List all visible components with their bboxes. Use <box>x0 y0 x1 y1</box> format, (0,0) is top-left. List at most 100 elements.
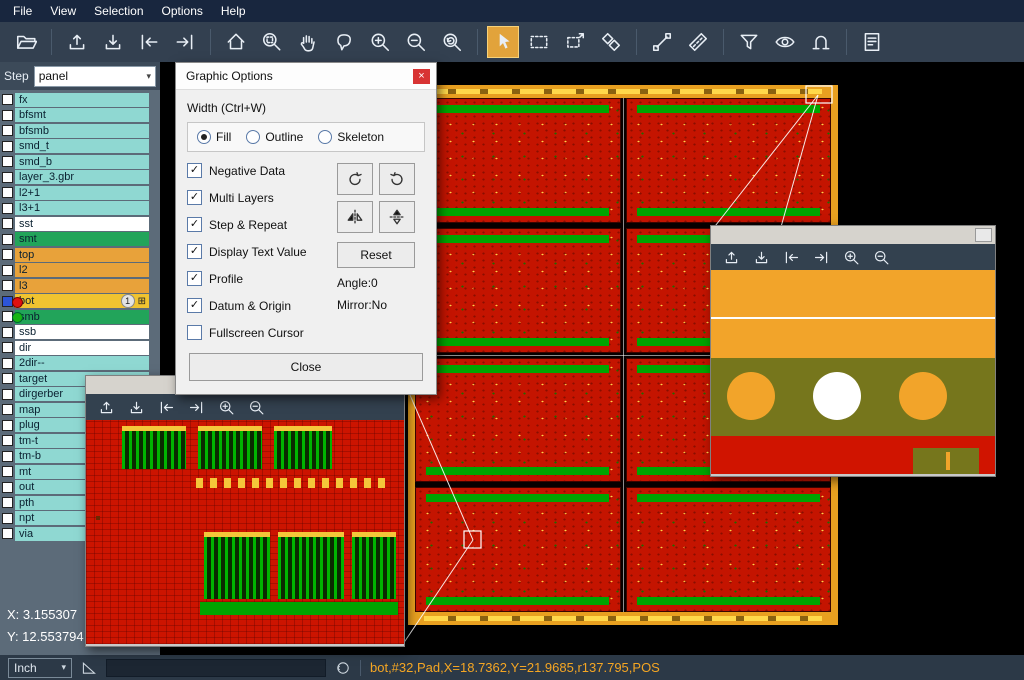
nav-back-button[interactable] <box>153 396 179 419</box>
import-button[interactable] <box>718 246 744 269</box>
transform-select-button[interactable] <box>559 26 591 58</box>
layer-row-top[interactable]: top <box>0 247 160 263</box>
zoom-in-button[interactable] <box>364 26 396 58</box>
command-input[interactable] <box>106 659 326 677</box>
layer-visibility-checkbox[interactable] <box>2 156 13 167</box>
layer-visibility-checkbox[interactable] <box>2 497 13 508</box>
layer-visibility-checkbox[interactable] <box>2 466 13 477</box>
layer-row-smb[interactable]: smb <box>0 309 160 325</box>
layer-row-layer_3.gbr[interactable]: layer_3.gbr <box>0 170 160 186</box>
rect-select-button[interactable] <box>523 26 555 58</box>
layer-visibility-checkbox[interactable] <box>2 327 13 338</box>
layer-row-smd_t[interactable]: smd_t <box>0 139 160 155</box>
layer-visibility-checkbox[interactable] <box>2 389 13 400</box>
nav-forward-button[interactable] <box>183 396 209 419</box>
open-folder-button[interactable] <box>10 26 42 58</box>
shape-select-button[interactable] <box>328 26 360 58</box>
step-dropdown[interactable]: panel ▾ <box>34 66 156 87</box>
checkbox-display-text-value[interactable]: ✓Display Text Value <box>187 244 337 259</box>
flip-vertical-button[interactable] <box>379 201 415 233</box>
home-button[interactable] <box>220 26 252 58</box>
layer-visibility-checkbox[interactable] <box>2 482 13 493</box>
layer-visibility-checkbox[interactable] <box>2 141 13 152</box>
zoom-out-button[interactable] <box>243 396 269 419</box>
report-list-button[interactable] <box>856 26 888 58</box>
layer-visibility-checkbox[interactable] <box>2 513 13 524</box>
layer-row-bot[interactable]: bot1⊞ <box>0 294 160 310</box>
line-measure-button[interactable] <box>646 26 678 58</box>
overlay-compare-button[interactable] <box>595 26 627 58</box>
layer-visibility-checkbox[interactable] <box>2 265 13 276</box>
layer-visibility-checkbox[interactable] <box>2 420 13 431</box>
zoom-in-button[interactable] <box>838 246 864 269</box>
export-button[interactable] <box>97 26 129 58</box>
export-button[interactable] <box>123 396 149 419</box>
layer-row-ssb[interactable]: ssb <box>0 325 160 341</box>
radio-outline[interactable]: Outline <box>246 130 303 144</box>
menu-options[interactable]: Options <box>153 2 212 20</box>
menu-view[interactable]: View <box>41 2 85 20</box>
layer-visibility-checkbox[interactable] <box>2 249 13 260</box>
select-cursor-button[interactable] <box>487 26 519 58</box>
layer-row-dir[interactable]: dir <box>0 340 160 356</box>
checkbox-fullscreen-cursor[interactable]: Fullscreen Cursor <box>187 325 337 340</box>
dialog-close-icon[interactable]: × <box>413 69 430 84</box>
magnifier-titlebar[interactable] <box>711 226 995 244</box>
layer-row-l3[interactable]: l3 <box>0 278 160 294</box>
checkbox-negative-data[interactable]: ✓Negative Data <box>187 163 337 178</box>
find-similar-button[interactable] <box>805 26 837 58</box>
menu-selection[interactable]: Selection <box>85 2 152 20</box>
layer-visibility-checkbox[interactable] <box>2 234 13 245</box>
import-button[interactable] <box>61 26 93 58</box>
radio-skeleton[interactable]: Skeleton <box>318 130 384 144</box>
checkbox-step-repeat[interactable]: ✓Step & Repeat <box>187 217 337 232</box>
nav-back-button[interactable] <box>778 246 804 269</box>
layer-row-l2[interactable]: l2 <box>0 263 160 279</box>
zoom-region-button[interactable] <box>256 26 288 58</box>
nav-forward-button[interactable] <box>808 246 834 269</box>
zoom-in-button[interactable] <box>213 396 239 419</box>
ruler-measure-button[interactable] <box>682 26 714 58</box>
layer-row-smt[interactable]: smt <box>0 232 160 248</box>
visibility-eye-button[interactable] <box>769 26 801 58</box>
radio-fill[interactable]: Fill <box>197 130 231 144</box>
checkbox-multi-layers[interactable]: ✓Multi Layers <box>187 190 337 205</box>
menu-file[interactable]: File <box>4 2 41 20</box>
nav-back-button[interactable] <box>133 26 165 58</box>
layer-visibility-checkbox[interactable] <box>2 435 13 446</box>
layer-visibility-checkbox[interactable] <box>2 358 13 369</box>
zoom-view-left[interactable] <box>86 420 404 644</box>
dialog-titlebar[interactable]: Graphic Options × <box>176 63 436 90</box>
layer-row-fx[interactable]: fx <box>0 92 160 108</box>
import-button[interactable] <box>93 396 119 419</box>
refresh-icon[interactable] <box>335 660 351 676</box>
layer-row-sst[interactable]: sst <box>0 216 160 232</box>
layer-visibility-checkbox[interactable] <box>2 528 13 539</box>
layer-visibility-checkbox[interactable] <box>2 94 13 105</box>
reset-button[interactable]: Reset <box>337 242 415 268</box>
layer-visibility-checkbox[interactable] <box>2 110 13 121</box>
layer-visibility-checkbox[interactable] <box>2 203 13 214</box>
layer-visibility-checkbox[interactable] <box>2 451 13 462</box>
layer-visibility-checkbox[interactable] <box>2 373 13 384</box>
layer-row-2dir--[interactable]: 2dir-- <box>0 356 160 372</box>
layer-visibility-checkbox[interactable] <box>2 125 13 136</box>
layer-row-bfsmb[interactable]: bfsmb <box>0 123 160 139</box>
unit-dropdown[interactable]: Inch ▾ <box>8 658 72 678</box>
checkbox-profile[interactable]: ✓Profile <box>187 271 337 286</box>
nav-forward-button[interactable] <box>169 26 201 58</box>
zoom-view-right[interactable] <box>711 270 995 474</box>
layer-row-bfsmt[interactable]: bfsmt <box>0 108 160 124</box>
layer-visibility-checkbox[interactable] <box>2 218 13 229</box>
rotate-ccw-button[interactable] <box>379 163 415 195</box>
layer-row-l2+1[interactable]: l2+1 <box>0 185 160 201</box>
rotate-cw-button[interactable] <box>337 163 373 195</box>
export-button[interactable] <box>748 246 774 269</box>
zoom-out-button[interactable] <box>400 26 432 58</box>
zoom-previous-button[interactable] <box>436 26 468 58</box>
pan-hand-button[interactable] <box>292 26 324 58</box>
zoom-out-button[interactable] <box>868 246 894 269</box>
window-button[interactable] <box>975 228 992 242</box>
layer-visibility-checkbox[interactable] <box>2 280 13 291</box>
layer-visibility-checkbox[interactable] <box>2 172 13 183</box>
